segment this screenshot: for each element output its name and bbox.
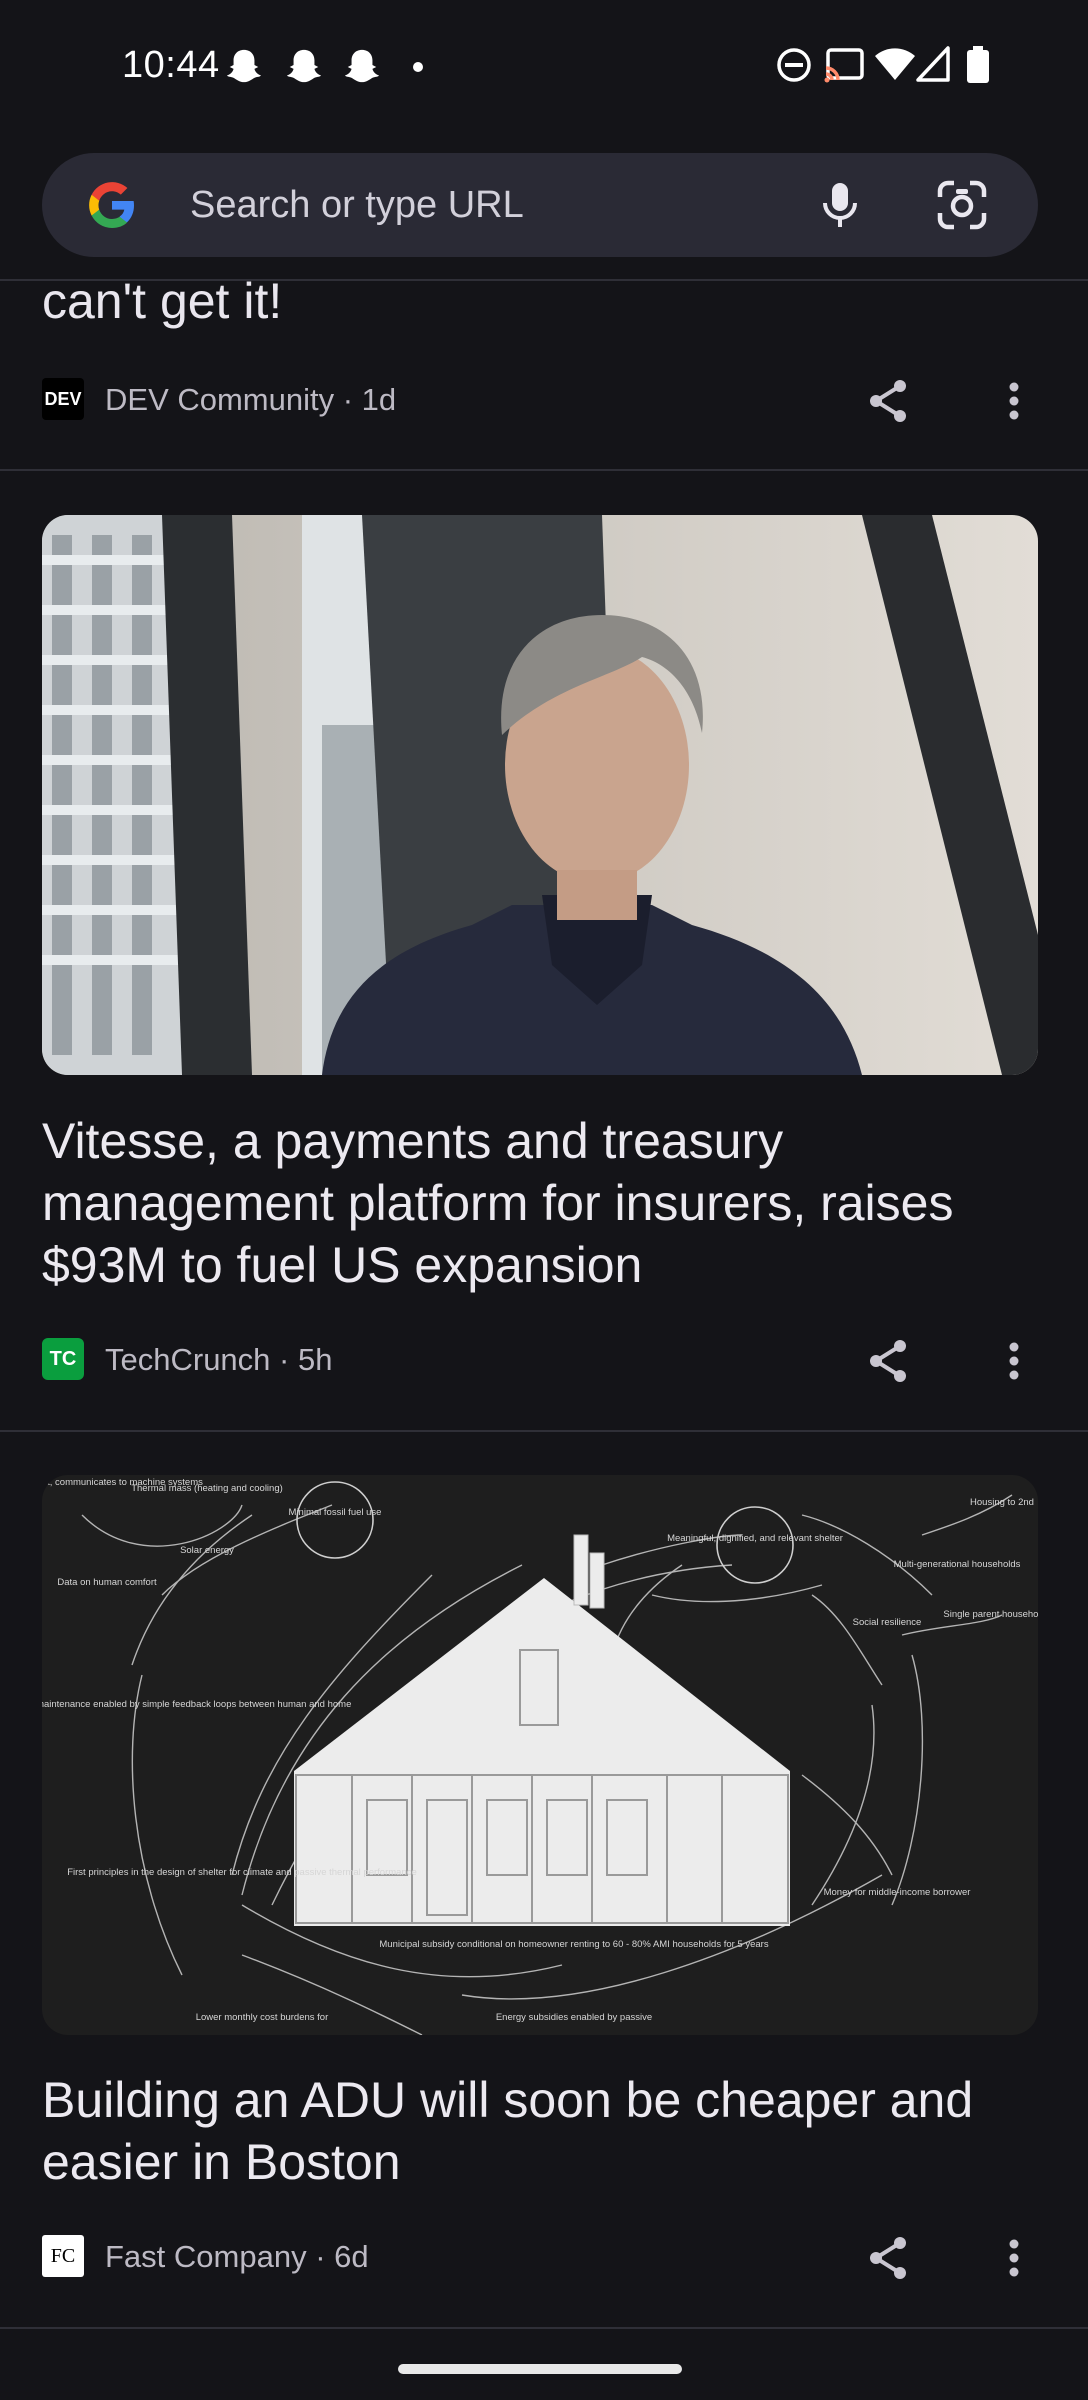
article-meta: DEV DEV Community · 1d <box>42 376 1042 422</box>
diagram-label: Stewardship and maintenance enabled by s… <box>42 1699 351 1710</box>
share-icon[interactable] <box>864 2233 914 2283</box>
divider <box>0 469 1088 471</box>
article-title[interactable]: can't get it! <box>42 272 282 330</box>
diagram-label: Solar energy <box>180 1545 234 1556</box>
gesture-home-bar[interactable] <box>398 2364 682 2374</box>
more-options-icon[interactable] <box>1004 2233 1024 2283</box>
divider <box>0 2327 1088 2329</box>
diagram-label: Social resilience <box>853 1617 922 1628</box>
article-source: Fast Company · 6d <box>105 2239 369 2274</box>
adu-diagram: analyzes data, communicates to machine s… <box>42 1475 1038 2035</box>
article-image[interactable]: analyzes data, communicates to machine s… <box>42 1475 1038 2035</box>
notification-dot-icon <box>413 62 423 72</box>
battery-icon <box>967 46 989 83</box>
diagram-label: Minimal fossil fuel use <box>289 1507 382 1518</box>
article-meta: TC TechCrunch · 5h <box>42 1336 1042 1382</box>
diagram-label: Data on human comfort <box>57 1577 157 1588</box>
wifi-icon <box>875 48 915 80</box>
cast-icon <box>824 48 864 83</box>
google-lens-icon[interactable] <box>934 177 990 233</box>
share-icon[interactable] <box>864 1336 914 1386</box>
google-logo-icon <box>89 182 134 228</box>
snapchat-ghost-icon <box>286 49 322 83</box>
article-title[interactable]: Vitesse, a payments and treasury managem… <box>42 1110 1042 1296</box>
more-options-icon[interactable] <box>1004 1336 1024 1386</box>
diagram-label: Money for middle-income borrower <box>824 1887 971 1898</box>
search-input[interactable]: Search or type URL <box>190 184 524 227</box>
article-title[interactable]: Building an ADU will soon be cheaper and… <box>42 2069 1042 2193</box>
divider <box>0 1430 1088 1432</box>
more-options-icon[interactable] <box>1004 376 1024 426</box>
article-source: TechCrunch · 5h <box>105 1342 333 1377</box>
diagram-label: Thermal mass (heating and cooling) <box>131 1483 283 1494</box>
article-meta: FC Fast Company · 6d <box>42 2233 1042 2279</box>
diagram-label: First principles in the design of shelte… <box>67 1867 417 1878</box>
search-bar[interactable]: Search or type URL <box>42 153 1038 257</box>
snapchat-ghost-icon <box>344 49 380 83</box>
diagram-label: Energy subsidies enabled by passive <box>496 2012 652 2023</box>
fast-company-logo-icon: FC <box>42 2235 84 2277</box>
diagram-label: Housing to 2nd <box>970 1497 1034 1508</box>
diagram-label: Multi-generational households <box>894 1559 1021 1570</box>
share-icon[interactable] <box>864 376 914 426</box>
status-time: 10:44 <box>122 44 220 86</box>
signal-icon <box>916 46 950 82</box>
microphone-icon[interactable] <box>812 177 868 233</box>
article-image[interactable] <box>42 515 1038 1075</box>
diagram-label: Single parent households <box>943 1609 1038 1620</box>
status-bar: 10:44 <box>0 0 1088 130</box>
techcrunch-logo-icon: TC <box>42 1338 84 1380</box>
dev-community-logo-icon: DEV <box>42 378 84 420</box>
portrait-photo <box>42 515 1038 1075</box>
diagram-label: Municipal subsidy conditional on homeown… <box>379 1939 768 1950</box>
snapchat-ghost-icon <box>226 49 262 83</box>
article-source: DEV Community · 1d <box>105 382 397 417</box>
do-not-disturb-icon <box>777 48 811 82</box>
diagram-label: Lower monthly cost burdens for <box>196 2012 329 2023</box>
diagram-label: Meaningful, dignified, and relevant shel… <box>667 1533 843 1544</box>
